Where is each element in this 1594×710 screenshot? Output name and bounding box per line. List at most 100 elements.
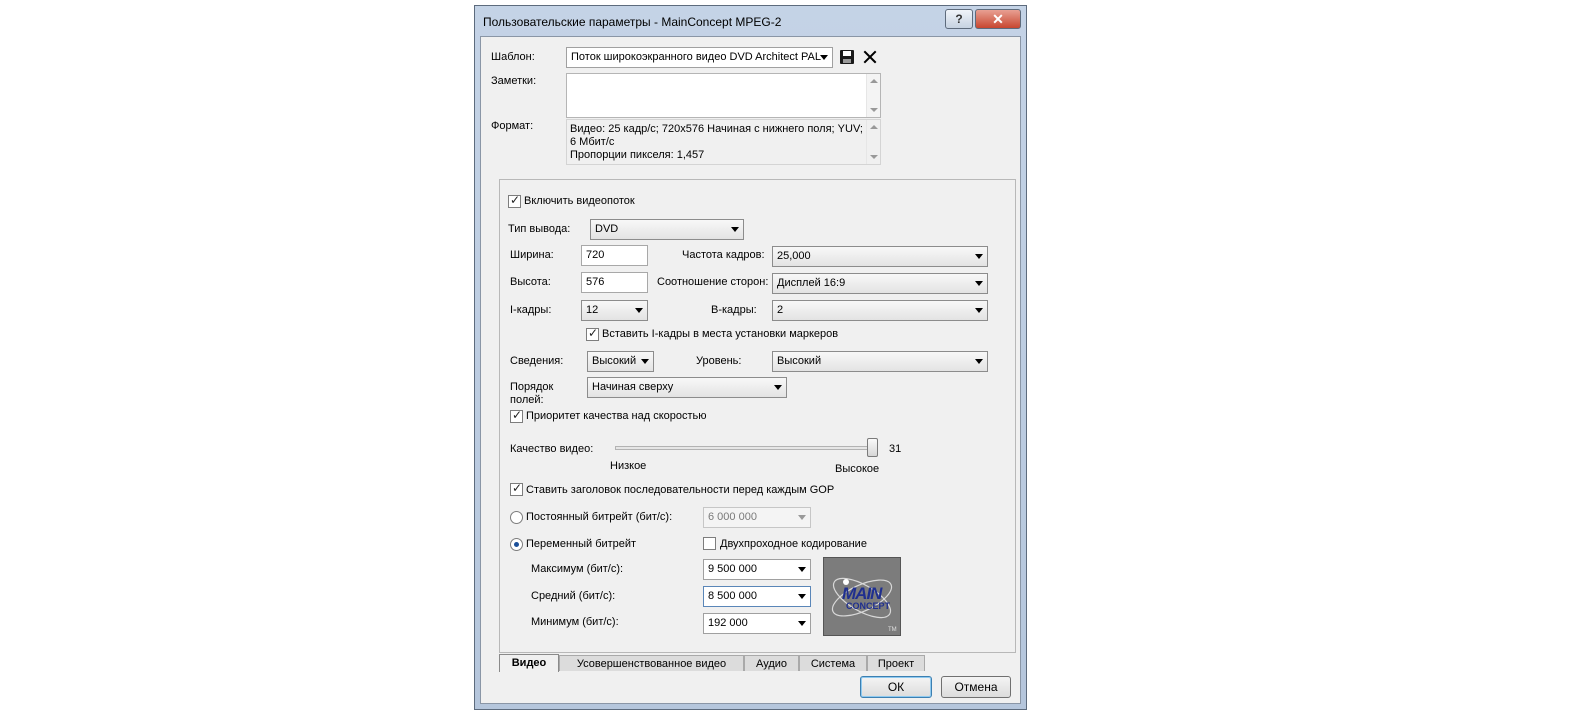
min-bitrate-label: Минимум (бит/с): — [531, 616, 619, 628]
chevron-down-icon — [798, 515, 806, 520]
width-label: Ширина: — [510, 249, 554, 261]
aspect-ratio-value: Дисплей 16:9 — [777, 277, 846, 289]
level-select[interactable]: Высокий — [772, 351, 988, 372]
tab-video[interactable]: Видео — [499, 654, 559, 672]
chevron-down-icon — [635, 308, 643, 313]
tab-audio[interactable]: Аудио — [744, 655, 799, 671]
profile-select[interactable]: Высокий — [587, 351, 654, 372]
template-combo[interactable]: Поток широкоэкранного видео DVD Architec… — [566, 47, 833, 68]
frame-rate-label: Частота кадров: — [682, 249, 765, 261]
iframes-label: I-кадры: — [510, 304, 552, 316]
chevron-down-icon — [641, 359, 649, 364]
height-label: Высота: — [510, 276, 551, 288]
vbr-radio[interactable] — [510, 538, 523, 551]
video-quality-slider-thumb[interactable] — [867, 438, 878, 457]
notes-scrollbar[interactable] — [866, 74, 880, 117]
seq-header-label: Ставить заголовок последовательности пер… — [526, 484, 835, 496]
output-type-select[interactable]: DVD — [590, 219, 744, 240]
two-pass-label: Двухпроходное кодирование — [720, 538, 867, 550]
delete-template-icon[interactable] — [862, 49, 878, 65]
min-bitrate-combo[interactable]: 192 000 — [703, 613, 811, 634]
format-readonly-box: Видео: 25 кадр/с; 720х576 Начиная с нижн… — [566, 119, 881, 165]
logo-tm: TM — [888, 627, 897, 633]
chevron-down-icon — [774, 385, 782, 390]
chevron-down-icon — [975, 281, 983, 286]
window-title: Пользовательские параметры - MainConcept… — [483, 15, 782, 29]
iframes-select[interactable]: 12 — [581, 300, 648, 321]
tab-advanced-video[interactable]: Усовершенствованное видео — [559, 655, 744, 671]
min-bitrate-value: 192 000 — [708, 617, 748, 629]
video-quality-track[interactable] — [615, 446, 877, 450]
mainconcept-logo: MAIN CONCEPT TM — [823, 557, 901, 636]
output-type-value: DVD — [595, 223, 619, 235]
avg-bitrate-combo[interactable]: 8 500 000 — [703, 586, 811, 607]
format-line: Пропорции пикселя: 1,457 — [570, 149, 705, 161]
quality-priority-label: Приоритет качества над скоростью — [526, 410, 707, 422]
chevron-down-icon — [975, 359, 983, 364]
profile-value: Высокий — [592, 355, 637, 367]
aspect-ratio-select[interactable]: Дисплей 16:9 — [772, 273, 988, 294]
notes-textarea[interactable] — [566, 73, 881, 118]
format-line: Видео: 25 кадр/с; 720х576 Начиная с нижн… — [570, 123, 863, 135]
video-quality-low-label: Низкое — [610, 460, 647, 472]
max-bitrate-label: Максимум (бит/с): — [531, 563, 624, 575]
tab-project[interactable]: Проект — [867, 655, 925, 671]
checkmark-icon: ✓ — [512, 408, 523, 422]
quality-priority-checkbox[interactable]: ✓ — [510, 408, 523, 423]
tab-system[interactable]: Система — [799, 655, 867, 671]
enable-video-label: Включить видеопоток — [524, 195, 635, 207]
chevron-down-icon — [820, 55, 828, 60]
ok-button[interactable]: ОК — [860, 676, 932, 698]
chevron-down-icon — [798, 594, 806, 599]
cbr-select[interactable]: 6 000 000 — [703, 507, 811, 528]
close-button[interactable]: ✕ — [975, 9, 1021, 29]
logo-text-concept: CONCEPT — [846, 601, 891, 611]
checkmark-icon: ✓ — [512, 481, 523, 495]
format-scrollbar[interactable] — [866, 120, 880, 164]
chevron-down-icon — [731, 227, 739, 232]
field-order-select[interactable]: Начиная сверху — [587, 377, 787, 398]
frame-rate-value: 25,000 — [777, 250, 811, 262]
output-type-label: Тип вывода: — [508, 223, 571, 235]
avg-bitrate-value: 8 500 000 — [708, 590, 757, 602]
insert-iframes-label: Вставить I-кадры в места установки марке… — [602, 328, 839, 340]
level-label: Уровень: — [696, 355, 742, 367]
chevron-down-icon — [798, 621, 806, 626]
cancel-button[interactable]: Отмена — [941, 676, 1011, 698]
help-button[interactable]: ? — [945, 9, 973, 29]
video-quality-label: Качество видео: — [510, 443, 594, 455]
bframes-value: 2 — [777, 304, 784, 316]
profile-label: Сведения: — [510, 355, 564, 367]
cbr-value: 6 000 000 — [708, 511, 757, 523]
max-bitrate-combo[interactable]: 9 500 000 — [703, 559, 811, 580]
video-quality-high-label: Высокое — [835, 463, 880, 475]
cbr-label: Постоянный битрейт (бит/с): — [526, 511, 673, 523]
max-bitrate-value: 9 500 000 — [708, 563, 757, 575]
video-quality-value: 31 — [889, 443, 902, 455]
radio-dot — [514, 542, 519, 547]
level-value: Высокий — [777, 355, 822, 367]
chevron-down-icon — [975, 308, 983, 313]
bframes-select[interactable]: 2 — [772, 300, 988, 321]
dialog-window: Пользовательские параметры - MainConcept… — [474, 5, 1027, 710]
height-input[interactable]: 576 — [581, 272, 648, 293]
aspect-ratio-label: Соотношение сторон: — [657, 276, 769, 288]
enable-video-checkbox[interactable]: ✓ — [508, 193, 521, 208]
iframes-value: 12 — [586, 304, 599, 316]
cbr-radio[interactable] — [510, 511, 523, 524]
seq-header-checkbox[interactable]: ✓ — [510, 481, 523, 496]
format-line: 6 Мбит/с — [570, 136, 615, 148]
chevron-down-icon — [798, 567, 806, 572]
checkmark-icon: ✓ — [510, 193, 521, 207]
template-label: Шаблон: — [491, 51, 535, 63]
avg-bitrate-label: Средний (бит/с): — [531, 590, 616, 602]
frame-rate-select[interactable]: 25,000 — [772, 246, 988, 267]
field-order-value: Начиная сверху — [592, 381, 674, 393]
tab-strip: Видео Усовершенствованное видео Аудио Си… — [499, 654, 1016, 672]
two-pass-checkbox[interactable] — [703, 537, 716, 550]
field-order-label: Порядок — [510, 381, 554, 393]
save-template-icon[interactable] — [839, 49, 855, 65]
video-settings-panel: ✓ Включить видеопоток Тип вывода: DVD Ши… — [499, 179, 1016, 653]
insert-iframes-checkbox[interactable]: ✓ — [586, 326, 599, 341]
width-input[interactable]: 720 — [581, 245, 648, 266]
